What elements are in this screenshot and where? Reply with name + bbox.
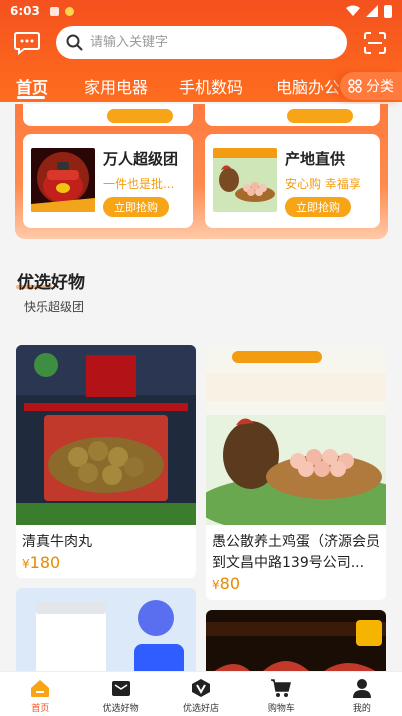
product-name: 愚公散养土鸡蛋（济源会员到文昌中路139号公司...: [212, 534, 380, 571]
promo-card-top-partial: [205, 104, 380, 126]
price-currency: ¥: [22, 557, 30, 571]
nav-label: 我的: [352, 704, 371, 714]
nav-cart[interactable]: 购物车: [241, 672, 321, 716]
promo-button-partial[interactable]: [287, 109, 353, 123]
product-card-partial[interactable]: [16, 588, 196, 678]
tab-home-appliances[interactable]: 家用电器: [84, 74, 148, 98]
section-title: 优选好物: [17, 273, 85, 293]
envelope-icon: [111, 681, 130, 696]
promo-button-partial[interactable]: [107, 109, 173, 123]
promo-card-top-partial: [23, 104, 193, 126]
cart-icon: [271, 679, 292, 697]
nav-profile[interactable]: 我的: [322, 672, 402, 716]
promo-card-title: 万人超级团: [103, 150, 179, 168]
product-name: 清真牛肉丸: [22, 534, 92, 550]
tab-computer-office[interactable]: 电脑办公: [276, 74, 340, 98]
status-bar: 6:03: [0, 0, 402, 22]
promo-card-subtitle: 一件也是批...: [103, 177, 175, 191]
product-image-beef-balls: [16, 345, 196, 525]
product-price: ¥80: [212, 574, 240, 593]
tab-phones-digital[interactable]: 手机数码: [179, 74, 243, 98]
nav-label: 购物车: [267, 704, 295, 714]
product-card-partial[interactable]: [206, 610, 386, 678]
section-subtitle: 快乐超级团: [24, 300, 85, 314]
grid-icon: [348, 79, 362, 93]
category-button[interactable]: 分类: [340, 72, 402, 100]
nav-label: 优选好物: [102, 704, 139, 714]
status-time: 6:03: [10, 4, 40, 18]
tab-home[interactable]: 首页: [16, 74, 48, 98]
v-badge-icon: [192, 679, 211, 697]
search-input[interactable]: [90, 35, 330, 50]
promo-card-group-buy[interactable]: 万人超级团 一件也是批... 立即抢购: [23, 134, 193, 228]
promo-image-eggs: [213, 148, 277, 212]
message-icon[interactable]: [14, 31, 40, 55]
product-price: ¥180: [22, 553, 60, 572]
promo-card-title: 产地直供: [285, 150, 346, 168]
product-card[interactable]: 愚公散养土鸡蛋（济源会员到文昌中路139号公司... ¥80: [206, 345, 386, 600]
nav-label: 优选好店: [183, 704, 220, 714]
bottom-nav: 首页 优选好物 优选好店 购物车 我的: [0, 671, 402, 716]
battery-icon: [384, 4, 392, 18]
active-tab-indicator: [17, 96, 45, 99]
signal-icon: [366, 5, 378, 17]
person-icon: [352, 679, 371, 698]
promo-card-subtitle: 安心购 幸福享: [285, 177, 361, 191]
category-button-label: 分类: [366, 79, 394, 95]
buy-now-button[interactable]: 立即抢购: [103, 197, 169, 217]
search-bar[interactable]: [56, 26, 347, 59]
nav-label: 首页: [31, 704, 50, 714]
nav-featured-stores[interactable]: 优选好店: [161, 672, 241, 716]
nav-featured-goods[interactable]: 优选好物: [80, 672, 160, 716]
promo-banner: 万人超级团 一件也是批... 立即抢购 产地直供 安心购 幸福享 立即抢购: [15, 104, 388, 239]
product-image-partial: [206, 610, 386, 678]
wifi-icon: [346, 5, 360, 16]
home-icon: [31, 680, 50, 697]
buy-now-button[interactable]: 立即抢购: [285, 197, 351, 217]
promo-card-farm-direct[interactable]: 产地直供 安心购 幸福享 立即抢购: [205, 134, 380, 228]
price-currency: ¥: [212, 578, 220, 592]
product-image-eggs: [206, 345, 386, 525]
notification-icon: [49, 6, 59, 16]
product-image-partial: [16, 588, 196, 678]
nav-home[interactable]: 首页: [0, 672, 80, 716]
price-value: 80: [219, 574, 240, 593]
search-icon: [66, 34, 83, 51]
product-card[interactable]: 清真牛肉丸 ¥180: [16, 345, 196, 578]
category-tabs: 首页 家用电器 手机数码 电脑办公 分类: [0, 72, 402, 100]
search-row: [0, 26, 402, 60]
header: 6:03 首页 家用电器 手机数码: [0, 0, 402, 102]
notification-icon: [64, 6, 74, 16]
scan-icon[interactable]: [364, 32, 386, 54]
price-value: 180: [29, 553, 61, 572]
promo-image-cooker: [31, 148, 95, 212]
